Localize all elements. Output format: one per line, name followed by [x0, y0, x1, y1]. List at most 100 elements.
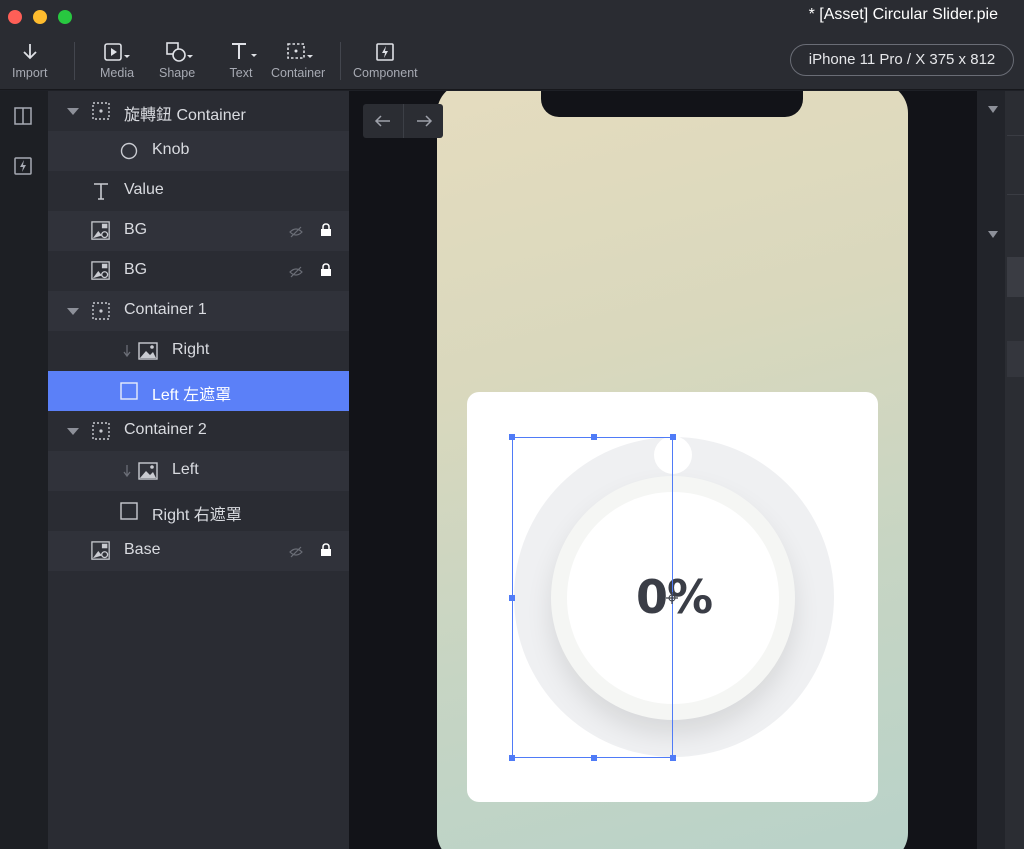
layer-row[interactable]: Container 1	[48, 291, 349, 331]
window-title: * [Asset] Circular Slider.pie	[808, 6, 998, 23]
lock-icon[interactable]	[320, 543, 332, 562]
image-icon	[138, 341, 158, 361]
import-button[interactable]: Import	[12, 40, 47, 80]
layer-row[interactable]: Right 右遮罩	[48, 491, 349, 531]
text-icon	[91, 181, 111, 201]
lock-icon[interactable]	[320, 263, 332, 282]
device-selector[interactable]: iPhone 11 Pro / X 375 x 812	[790, 44, 1014, 76]
layer-name: Right 右遮罩	[152, 507, 242, 524]
back-button[interactable]	[363, 104, 403, 138]
container-icon	[91, 101, 111, 121]
layer-name: Left	[172, 461, 199, 478]
layer-name: BG	[124, 221, 148, 238]
components-panel-icon[interactable]	[12, 155, 34, 177]
selection-box[interactable]	[512, 437, 673, 758]
component-button[interactable]: Component	[353, 40, 418, 80]
resize-handle[interactable]	[591, 434, 597, 440]
design-canvas[interactable]: 0%	[349, 91, 977, 849]
layer-row[interactable]: Base	[48, 531, 349, 571]
layer-name: BG	[124, 261, 148, 278]
rectangle-icon	[119, 381, 139, 401]
resize-handle[interactable]	[591, 755, 597, 761]
expand-caret-icon[interactable]	[67, 108, 79, 115]
hidden-eye-icon[interactable]	[289, 265, 303, 283]
text-button[interactable]: Text	[224, 40, 258, 80]
layer-row[interactable]: BG	[48, 211, 349, 251]
hidden-eye-icon[interactable]	[289, 545, 303, 563]
zoom-window-button[interactable]	[58, 10, 72, 24]
property-field[interactable]	[1007, 257, 1024, 297]
layer-row[interactable]: Knob	[48, 131, 349, 171]
layer-name: Left 左遮罩	[152, 387, 232, 404]
resize-handle[interactable]	[509, 595, 515, 601]
text-tool-icon	[224, 40, 258, 64]
shape-label: Shape	[159, 66, 196, 80]
media-button[interactable]: Media	[100, 40, 134, 80]
layer-name: Value	[124, 181, 164, 198]
component-label: Component	[353, 66, 418, 80]
property-field[interactable]	[1007, 341, 1024, 377]
image-icon	[138, 461, 158, 481]
layer-name: Container 1	[124, 301, 207, 318]
container-tool-icon	[281, 40, 315, 64]
layer-row[interactable]: 旋轉鈕 Container	[48, 91, 349, 131]
lock-icon[interactable]	[320, 223, 332, 242]
resize-handle[interactable]	[670, 755, 676, 761]
resize-handle[interactable]	[670, 434, 676, 440]
close-window-button[interactable]	[8, 10, 22, 24]
layer-row[interactable]: Right	[48, 331, 349, 371]
resize-handle[interactable]	[509, 434, 515, 440]
mask-arrow-icon	[118, 461, 132, 481]
forward-button[interactable]	[403, 104, 443, 138]
hidden-eye-icon[interactable]	[289, 225, 303, 243]
properties-panel	[977, 91, 1024, 849]
minimize-window-button[interactable]	[33, 10, 47, 24]
image-layer-icon	[91, 261, 111, 281]
layer-row[interactable]: BG	[48, 251, 349, 291]
phone-notch	[541, 91, 803, 117]
container-icon	[91, 421, 111, 441]
layers-panel-icon[interactable]	[12, 105, 34, 127]
toolbar: Import Media Shape Text Container Compon…	[0, 34, 1024, 90]
layer-row-selected[interactable]: Left 左遮罩	[48, 371, 349, 411]
component-icon	[374, 40, 396, 64]
container-label: Container	[271, 66, 326, 80]
rectangle-icon	[119, 501, 139, 521]
expand-caret-icon[interactable]	[67, 428, 79, 435]
media-label: Media	[100, 66, 135, 80]
layer-name: 旋轉鈕 Container	[124, 107, 246, 124]
import-icon	[21, 40, 39, 64]
shape-icon	[161, 40, 194, 64]
collapse-caret-icon[interactable]	[988, 106, 998, 113]
layer-row[interactable]: Value	[48, 171, 349, 211]
title-bar: * [Asset] Circular Slider.pie	[0, 0, 1024, 34]
toolbar-divider	[340, 42, 341, 80]
resize-handle[interactable]	[509, 755, 515, 761]
property-field[interactable]	[1007, 135, 1024, 195]
move-cursor-icon	[665, 590, 679, 609]
import-label: Import	[12, 66, 48, 80]
layer-name: Knob	[152, 141, 190, 158]
layer-row[interactable]: Container 2	[48, 411, 349, 451]
layers-panel: 旋轉鈕 Container Knob Value BG BG Container…	[48, 91, 349, 849]
layer-name: Container 2	[124, 421, 207, 438]
shape-button[interactable]: Shape	[159, 40, 195, 80]
media-icon	[103, 40, 131, 64]
text-label: Text	[229, 66, 253, 80]
image-layer-icon	[91, 221, 111, 241]
image-layer-icon	[91, 541, 111, 561]
expand-caret-icon[interactable]	[67, 308, 79, 315]
layer-name: Right	[172, 341, 210, 358]
collapse-caret-icon[interactable]	[988, 231, 998, 238]
layer-name: Base	[124, 541, 161, 558]
container-icon	[91, 301, 111, 321]
toolbar-divider	[74, 42, 75, 80]
mask-arrow-icon	[118, 341, 132, 361]
layer-row[interactable]: Left	[48, 451, 349, 491]
container-button[interactable]: Container	[271, 40, 325, 80]
ellipse-icon	[119, 141, 139, 161]
properties-column	[1005, 91, 1024, 849]
history-nav	[363, 104, 443, 138]
arrow-left-icon	[374, 115, 390, 127]
left-rail	[0, 91, 48, 849]
